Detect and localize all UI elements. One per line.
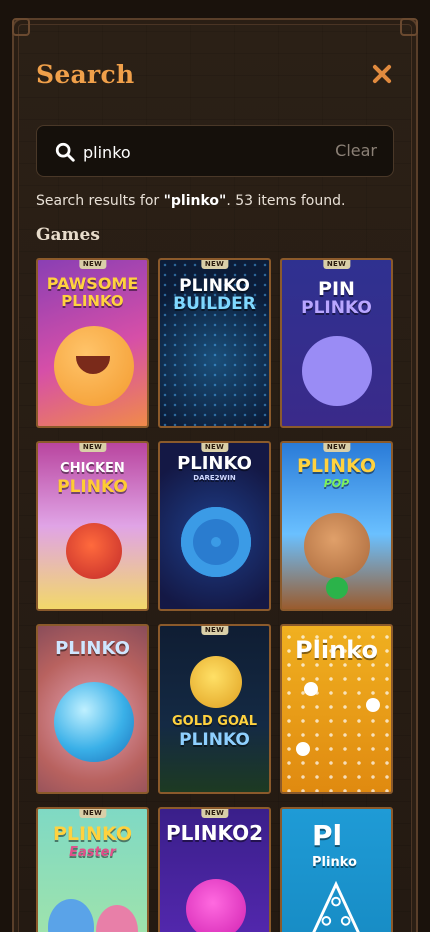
game-card-pin-plinko[interactable]: NEW PIN PLINKO (280, 258, 393, 428)
section-title-games: Games (36, 225, 100, 245)
frame-corner (12, 18, 30, 36)
game-card-pawsome-plinko[interactable]: NEW PAWSOME PLINKO (36, 258, 149, 428)
game-title: PAWSOME (46, 274, 139, 293)
game-title: PIN (318, 278, 355, 300)
game-subtitle: BUILDER (173, 294, 256, 314)
game-card-plinko2[interactable]: NEW PLINKO2 (158, 807, 271, 932)
ball (186, 879, 246, 932)
game-title: PLINKO (177, 453, 252, 474)
game-title: PLINKO (179, 276, 250, 296)
mouse-mascot (304, 513, 370, 579)
bubble-ball (54, 682, 134, 762)
new-badge: NEW (322, 443, 351, 452)
ball (366, 698, 380, 712)
close-icon[interactable] (368, 60, 396, 88)
search-input[interactable] (83, 138, 323, 166)
game-card-plinko-builder[interactable]: NEW PLINKO BUILDER (158, 258, 271, 428)
game-subtitle: Plinko (312, 855, 357, 870)
new-badge: NEW (78, 260, 107, 269)
game-title: GOLD GOAL (171, 714, 258, 729)
game-subtitle: PLINKO (61, 292, 124, 310)
ring (181, 507, 251, 577)
results-summary: Search results for "plinko". 53 items fo… (36, 193, 345, 209)
ball (302, 336, 372, 406)
frame-corner (400, 18, 418, 36)
game-subtitle: DARE2WIN (193, 474, 236, 482)
results-prefix: Search results for (36, 193, 164, 209)
game-subtitle: Easter (69, 845, 116, 860)
ball (304, 682, 318, 696)
egg (48, 899, 94, 932)
new-badge: NEW (78, 443, 107, 452)
page-title: Search (36, 60, 135, 89)
game-subtitle: PLINKO (57, 477, 128, 497)
green-ball (326, 577, 348, 599)
ball (296, 742, 310, 756)
game-subtitle: POP (323, 477, 350, 490)
search-box: Clear (36, 125, 394, 177)
new-badge: NEW (200, 443, 229, 452)
game-title: Pl (312, 819, 343, 852)
results-query: "plinko" (163, 193, 227, 209)
game-title: PLINKO (52, 823, 133, 845)
new-badge: NEW (322, 260, 351, 269)
game-card-pl-plinko[interactable]: Pl Plinko (280, 807, 393, 932)
game-subtitle: PLINKO (301, 298, 372, 318)
chicken-mascot (66, 523, 122, 579)
game-title: Plinko (295, 636, 378, 664)
game-card-plinko-easter[interactable]: NEW PLINKO Easter (36, 807, 149, 932)
game-card-plinko-bubble[interactable]: PLINKO (36, 624, 149, 794)
new-badge: NEW (78, 809, 107, 818)
football (190, 656, 242, 708)
new-badge: NEW (200, 626, 229, 635)
new-badge: NEW (200, 809, 229, 818)
game-subtitle: PLINKO (179, 730, 250, 750)
game-card-plinko-pop[interactable]: NEW PLINKO POP (280, 441, 393, 611)
search-icon (55, 142, 75, 162)
game-title: PLINKO2 (165, 821, 264, 845)
game-title: PLINKO (55, 638, 130, 659)
results-suffix: . 53 items found. (226, 193, 346, 209)
clear-button[interactable]: Clear (335, 141, 377, 160)
game-card-plinko-gold[interactable]: Plinko (280, 624, 393, 794)
game-title: PLINKO (296, 455, 377, 477)
game-card-chicken-plinko[interactable]: NEW CHICKEN PLINKO (36, 441, 149, 611)
new-badge: NEW (200, 260, 229, 269)
egg (96, 905, 138, 932)
game-card-plinko-dare2win[interactable]: NEW PLINKO DARE2WIN (158, 441, 271, 611)
game-card-gold-goal-plinko[interactable]: NEW GOLD GOAL PLINKO (158, 624, 271, 794)
game-title: CHICKEN (60, 461, 125, 476)
